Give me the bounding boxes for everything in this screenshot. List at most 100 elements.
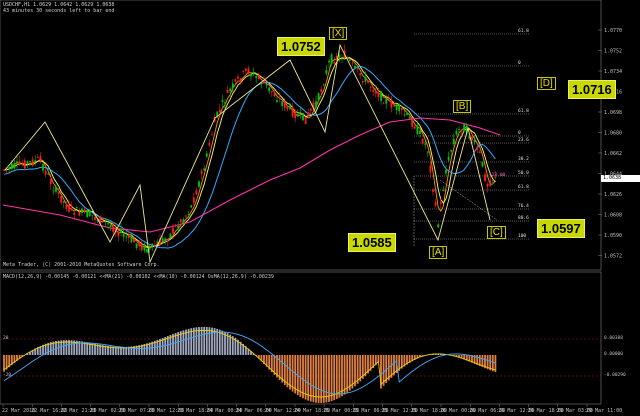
candle-body	[424, 143, 427, 145]
candle-body	[29, 161, 31, 162]
candle-body	[244, 68, 247, 71]
macd-bar	[325, 355, 328, 403]
candle-body	[36, 156, 39, 158]
candle-body	[179, 219, 182, 223]
candle-body	[174, 225, 177, 227]
target-c-label: 1.0597	[537, 219, 585, 238]
candle-body	[187, 214, 190, 216]
candle-body	[452, 138, 455, 144]
candle-body	[91, 215, 94, 217]
candle-body	[419, 130, 421, 134]
candle-body	[270, 91, 273, 93]
macd-bar	[200, 326, 203, 355]
candle-body	[257, 75, 260, 79]
macd-bar	[317, 355, 320, 403]
candle-body	[273, 93, 276, 97]
candle-body	[413, 126, 416, 129]
candle-body	[317, 93, 320, 101]
candle-body	[112, 226, 115, 233]
candle-body	[439, 202, 442, 204]
candle-body	[356, 68, 359, 70]
candle-body	[47, 173, 50, 175]
candle-body	[120, 229, 122, 233]
candle-body	[10, 163, 13, 169]
candle-body	[185, 215, 187, 217]
price-tick-label: 1.0608	[604, 213, 622, 219]
price-axis: 1.07701.07521.07341.07161.06981.06801.06…	[598, 28, 622, 260]
candle-body	[281, 101, 284, 106]
macd-bar	[315, 355, 317, 403]
candle-body	[203, 168, 206, 171]
copyright-text: Meta Trader, (C) 2001-2010 MetaQuotes So…	[3, 262, 160, 268]
macd-bar	[208, 327, 211, 355]
candle-body	[445, 170, 447, 174]
current-price-tag: 1.0638	[601, 175, 640, 182]
macd-bar	[203, 326, 206, 355]
candle-body	[286, 105, 289, 109]
macd-bar	[338, 355, 341, 398]
candle-body	[81, 208, 83, 213]
macd-bar	[328, 355, 330, 402]
candle-body	[372, 90, 375, 92]
candle-body	[283, 101, 286, 108]
time-tick-label: 29 Mar 11:00	[586, 408, 622, 414]
candle-body	[429, 165, 432, 173]
candle-body	[476, 146, 479, 150]
fib-level-label: 76.4	[518, 204, 529, 209]
candle-body	[398, 104, 401, 112]
candle-body	[265, 84, 268, 86]
chart-area[interactable]: 1.0770 1.0752 1.0734 1.0716 1.0698 1.0680 1.06…	[0, 0, 640, 416]
candle-body	[211, 134, 213, 136]
candle-body	[252, 72, 255, 75]
fib-level-label: 38.2	[518, 157, 529, 162]
price-tick-label: 1.0590	[604, 233, 622, 239]
macd-bar	[309, 355, 312, 402]
fib-level-label: 61.8	[518, 185, 529, 190]
macd-left-upper: 20	[3, 336, 9, 341]
fib-level-label: 50.0	[518, 171, 529, 176]
candle-body	[34, 160, 37, 163]
candle-body	[177, 225, 180, 229]
candle-body	[471, 136, 473, 141]
price-tick-label: 1.0572	[604, 254, 622, 260]
candle-body	[148, 247, 151, 250]
candle-body	[491, 179, 494, 181]
price-tick-label: 1.0734	[604, 69, 622, 75]
candle-body	[255, 76, 258, 78]
price-tick-label: 1.0752	[604, 49, 622, 55]
candle-body	[138, 241, 141, 247]
macd-bar	[312, 355, 315, 403]
candle-body	[229, 88, 232, 92]
candle-body	[78, 212, 81, 216]
candle-body	[83, 209, 86, 213]
candle-body	[122, 234, 125, 237]
macd-left-lower: -20	[3, 373, 12, 378]
candle-body	[432, 189, 434, 192]
candle-body	[146, 249, 148, 253]
candle-body	[135, 243, 138, 248]
high-x-label: 1.0752	[277, 37, 325, 56]
candle-body	[218, 109, 221, 113]
candle-body	[44, 170, 47, 175]
candle-body	[421, 138, 424, 144]
candle-body	[226, 89, 229, 93]
candle-body	[328, 60, 330, 63]
candle-body	[426, 151, 429, 153]
candle-body	[250, 74, 252, 77]
candle-body	[42, 164, 44, 171]
candle-body	[473, 139, 476, 142]
candle-body	[403, 114, 406, 116]
candle-body	[315, 101, 317, 108]
candle-body	[208, 142, 211, 146]
fib-level-label: 0	[518, 131, 521, 136]
candle-body	[369, 86, 372, 88]
candle-body	[374, 91, 377, 94]
candle-body	[242, 71, 245, 72]
macd-bar	[185, 329, 187, 355]
candle-body	[55, 186, 57, 192]
candle-body	[450, 150, 453, 152]
candle-body	[330, 54, 333, 64]
candle-body	[166, 240, 169, 242]
time-axis: 22 Mar 201022 Mar 16:0022 Mar 21:0023 Ma…	[2, 404, 622, 414]
candle-body	[221, 100, 224, 102]
